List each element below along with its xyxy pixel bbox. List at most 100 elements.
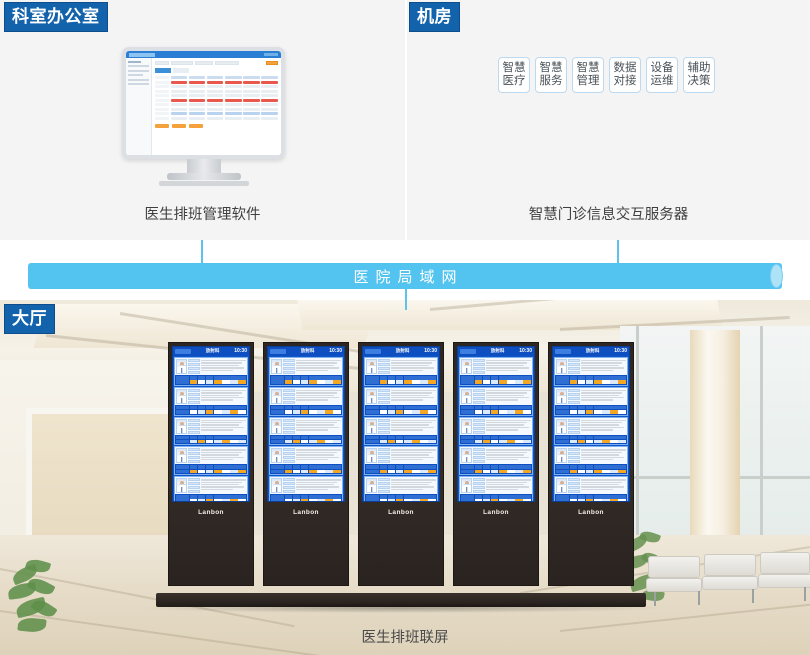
- signage-header: 放射科 10:30: [553, 347, 629, 356]
- doctor-schedule-strip: [175, 464, 247, 475]
- signage-header: 放射科 10:30: [268, 347, 344, 356]
- doctor-avatar: [556, 448, 567, 464]
- doctor-schedule-strip: [460, 464, 532, 475]
- kiosk-floor-shadow: [142, 603, 660, 613]
- signage-header: 放射科 10:30: [363, 347, 439, 356]
- signage-doctor-row: [459, 357, 533, 386]
- doctor-avatar: [556, 418, 567, 434]
- signage-doctor-row: [554, 476, 628, 501]
- doctor-specialty-text: [486, 448, 531, 463]
- doctor-avatar: [366, 478, 377, 494]
- doctor-summary: [365, 417, 437, 435]
- chair-seat: [646, 578, 702, 592]
- signage-doctor-rows: [553, 356, 629, 501]
- signage-kiosk[interactable]: 放射科 10:30 Lanbon: [548, 342, 634, 586]
- zone-tag-office: 科室办公室: [4, 2, 108, 32]
- kiosk-display[interactable]: 放射科 10:30: [552, 346, 630, 502]
- doctor-specialty-text: [296, 389, 341, 404]
- chip-line-2: 决策: [687, 75, 711, 87]
- doctor-summary: [460, 358, 532, 375]
- app-action-buttons: [155, 123, 278, 128]
- signage-doctor-row: [459, 476, 533, 501]
- signage-kiosk[interactable]: 放射科 10:30 Lanbon: [263, 342, 349, 586]
- doctor-avatar: [271, 359, 282, 374]
- chip-decision-support: 辅助 决策: [683, 57, 715, 93]
- monitor-stand-base-shadow: [158, 181, 249, 186]
- doctor-summary: [555, 358, 627, 375]
- doctor-avatar: [176, 478, 187, 494]
- doctor-avatar: [271, 388, 282, 404]
- signage-doctor-rows: [173, 356, 249, 501]
- chair-seat: [702, 576, 758, 590]
- doctor-summary: [555, 447, 627, 465]
- signage-doctor-rows: [363, 356, 439, 501]
- doctor-summary: [460, 447, 532, 465]
- lobby-photo: 放射科 10:30 Lanbon 放射科 10:30 Lanbon 放射科 10…: [0, 300, 810, 655]
- doctor-specialty-text: [486, 359, 531, 374]
- doctor-schedule-strip: [365, 464, 437, 475]
- kiosk-display[interactable]: 放射科 10:30: [267, 346, 345, 502]
- app-tabs: [155, 68, 278, 73]
- doctor-name-and-title: [283, 478, 295, 494]
- doctor-summary: [555, 387, 627, 405]
- doctor-avatar: [366, 388, 377, 404]
- signage-doctor-row: [269, 357, 343, 386]
- signage-clock: 10:30: [424, 348, 437, 354]
- doctor-avatar: [366, 418, 377, 434]
- doctor-summary: [175, 447, 247, 465]
- signage-header: 放射科 10:30: [173, 347, 249, 356]
- kiosk-display[interactable]: 放射科 10:30: [172, 346, 250, 502]
- doctor-specialty-text: [581, 448, 626, 463]
- zone-tag-server-room: 机房: [409, 2, 460, 32]
- chip-line-1: 智慧: [502, 62, 526, 74]
- signage-department-title: 放射科: [300, 348, 315, 354]
- doctor-schedule-strip: [175, 434, 247, 445]
- signage-doctor-row: [174, 416, 248, 446]
- doctor-schedule-strip: [270, 375, 342, 385]
- signage-kiosk[interactable]: 放射科 10:30 Lanbon: [168, 342, 254, 586]
- monitor-stand-base: [166, 173, 241, 180]
- app-sidebar: [126, 58, 152, 155]
- chip-line-1: 辅助: [687, 62, 711, 74]
- doctor-name-and-title: [283, 359, 295, 374]
- doctor-summary: [270, 358, 342, 375]
- signage-doctor-row: [269, 386, 343, 416]
- doctor-specialty-text: [391, 359, 436, 374]
- doctor-summary: [365, 447, 437, 465]
- connector-server-to-lan: [617, 240, 619, 265]
- app-filterbar: [155, 61, 278, 65]
- doctor-name-and-title: [568, 448, 580, 464]
- signage-kiosk[interactable]: 放射科 10:30 Lanbon: [358, 342, 444, 586]
- signage-doctor-row: [459, 386, 533, 416]
- signage-doctor-rows: [458, 356, 534, 501]
- app-titlebar: [126, 51, 281, 58]
- signage-kiosk[interactable]: 放射科 10:30 Lanbon: [453, 342, 539, 586]
- chair-seat: [758, 574, 810, 588]
- doctor-specialty-text: [391, 478, 436, 493]
- doctor-name-and-title: [473, 388, 485, 404]
- kiosk-brand-label: Lanbon: [388, 509, 414, 516]
- doctor-specialty-text: [581, 478, 626, 493]
- chip-line-2: 管理: [576, 75, 600, 87]
- doctor-name-and-title: [473, 418, 485, 434]
- doctor-summary: [555, 477, 627, 495]
- hospital-logo-icon: [365, 349, 381, 354]
- kiosk-display[interactable]: 放射科 10:30: [457, 346, 535, 502]
- signage-clock: 10:30: [614, 348, 627, 354]
- doctor-name-and-title: [378, 478, 390, 494]
- signage-doctor-row: [174, 476, 248, 501]
- doctor-specialty-text: [581, 419, 626, 434]
- top-panels: 医生排班管理软件 智慧门诊信息交互服务器: [0, 0, 810, 240]
- doctor-name-and-title: [473, 478, 485, 494]
- doctor-avatar: [461, 448, 472, 464]
- capability-chip-row: 智慧 医疗 智慧 服务 智慧 管理 数据 对接 设备 运维 辅助 决策: [498, 57, 715, 93]
- doctor-avatar: [461, 478, 472, 494]
- doctor-summary: [365, 358, 437, 375]
- doctor-specialty-text: [201, 359, 246, 374]
- doctor-schedule-strip: [365, 434, 437, 445]
- doctor-specialty-text: [581, 359, 626, 374]
- chip-line-1: 数据: [613, 62, 637, 74]
- hospital-lan-label: 医院局域网: [353, 268, 464, 286]
- doctor-specialty-text: [296, 359, 341, 374]
- kiosk-display[interactable]: 放射科 10:30: [362, 346, 440, 502]
